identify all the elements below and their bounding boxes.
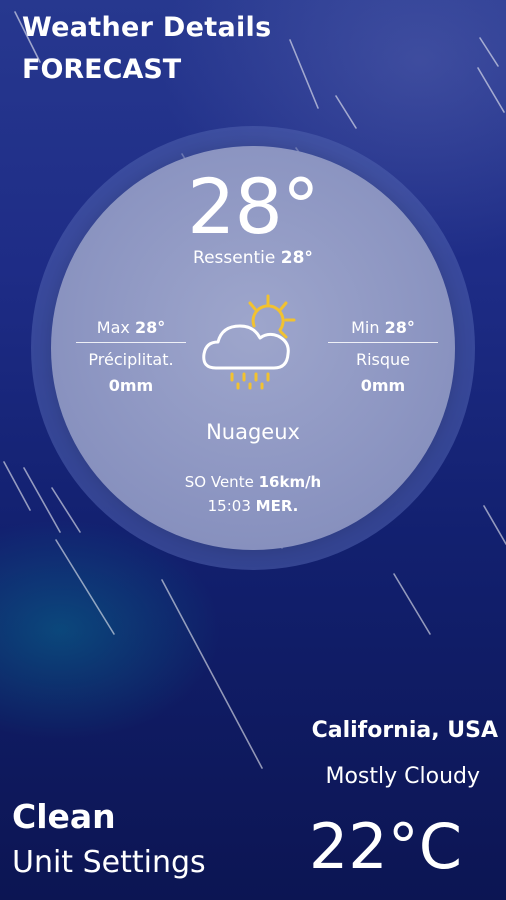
min-label: Min <box>351 318 380 337</box>
header-subtitle: FORECAST <box>22 54 182 85</box>
wind-label: SO Vente <box>184 473 254 491</box>
cloud-sun-rain-icon <box>202 294 296 390</box>
feels-like: Ressentie 28° <box>0 246 506 270</box>
current-temperature: 28° <box>187 162 320 251</box>
time-value: 15:03 <box>207 497 251 515</box>
condition-text: Nuageux <box>206 420 300 444</box>
feels-like-label: Ressentie <box>193 248 276 268</box>
location-city: California, USA <box>311 718 498 743</box>
max-label: Max <box>96 318 130 337</box>
feels-like-value: 28° <box>280 248 313 268</box>
max-precip-panel: Max 28° Préciplitat. 0mm <box>76 317 186 397</box>
max-value: 28° <box>134 318 166 337</box>
wind-info: SO Vente 16km/h <box>0 472 506 493</box>
time-info: 15:03 MER. <box>0 496 506 517</box>
min-temp: Min 28° <box>328 317 438 343</box>
max-temp: Max 28° <box>76 317 186 343</box>
location-temperature: 22°C <box>308 810 462 883</box>
precip-label: Préciplitat. <box>88 350 174 369</box>
min-risk-panel: Min 28° Risque 0mm <box>328 317 438 397</box>
location-description: Mostly Cloudy <box>325 764 480 789</box>
footer-title: Clean <box>12 797 116 836</box>
risk-label: Risque <box>355 350 411 369</box>
wind-value: 16km/h <box>258 473 322 491</box>
day-value: MER. <box>255 497 299 515</box>
risk-value: 0mm <box>360 376 406 395</box>
header-title: Weather Details <box>22 12 272 43</box>
footer-subtitle: Unit Settings <box>12 845 206 880</box>
precip-value: 0mm <box>108 376 154 395</box>
min-value: 28° <box>384 318 415 337</box>
